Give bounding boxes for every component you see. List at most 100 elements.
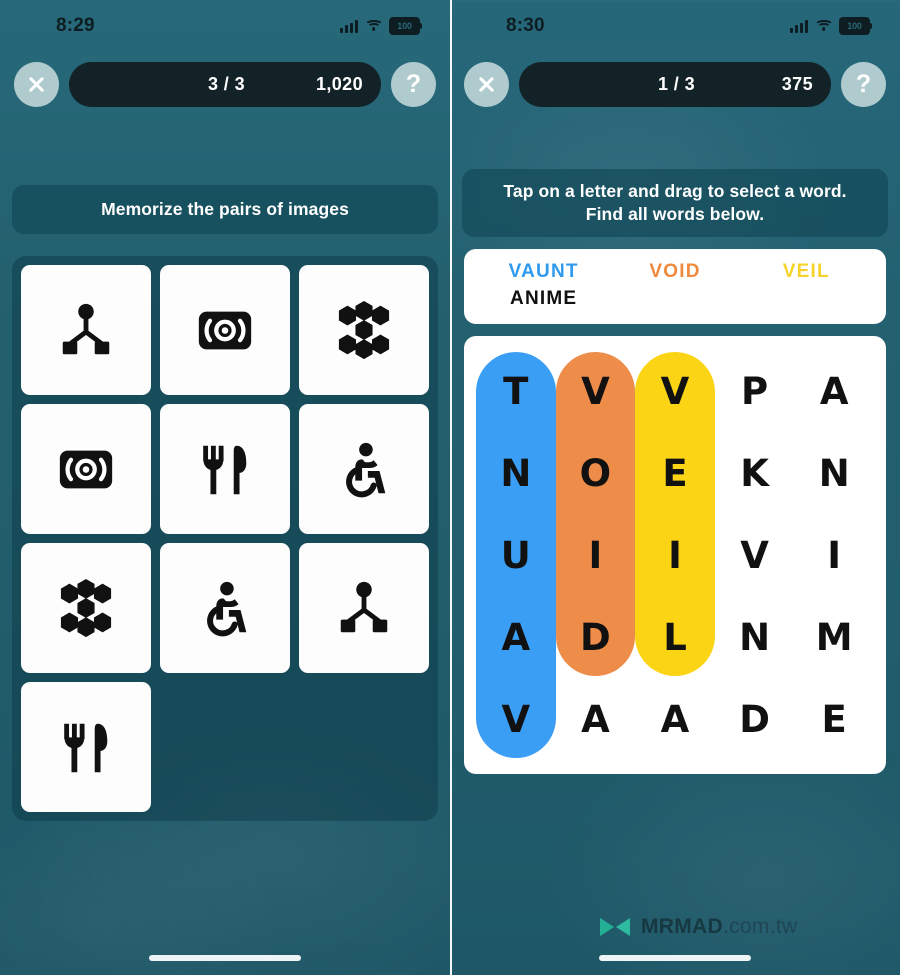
status-indicators: 100 — [790, 17, 872, 35]
letter-cell[interactable]: K — [715, 432, 795, 514]
word-list-spacer — [609, 288, 740, 310]
instruction-text-line2: Find all words below. — [585, 204, 765, 225]
letter-cell[interactable]: M — [794, 596, 874, 678]
memory-tile[interactable] — [21, 265, 151, 396]
word-list-item: VOID — [649, 261, 701, 283]
fork-knife-icon — [64, 723, 108, 773]
instruction-text-line1: Tap on a letter and drag to select a wor… — [503, 181, 847, 201]
word-list-card: VAUNT VOID VEIL ANIME — [464, 249, 886, 325]
round-progress: 1 / 3 — [657, 74, 695, 94]
memory-tile[interactable] — [299, 404, 429, 535]
airplay-speaker-icon — [59, 450, 113, 489]
battery-level: 100 — [397, 20, 412, 31]
word-list-item: ANIME — [510, 288, 578, 310]
close-icon — [27, 75, 46, 94]
question-mark-icon: ? — [855, 70, 872, 98]
close-button[interactable] — [14, 62, 59, 107]
letter-cell[interactable]: I — [794, 514, 874, 596]
left-phone-screen: 8:29 100 3 / 3 1,020 ? Memorize the pair… — [0, 0, 450, 975]
battery-icon: 100 — [839, 17, 872, 35]
letter-cell[interactable]: N — [715, 596, 795, 678]
status-time: 8:30 — [506, 15, 545, 36]
hierarchy-node-icon — [340, 581, 388, 633]
word-list-item: VAUNT — [508, 261, 579, 283]
left-top-controls: 3 / 3 1,020 ? — [0, 52, 450, 107]
memory-tile[interactable] — [299, 543, 429, 674]
word-list-row-1: VAUNT VOID VEIL — [478, 261, 872, 283]
letter-cell[interactable]: A — [635, 678, 715, 760]
letter-cell[interactable]: A — [556, 678, 636, 760]
letter-cell[interactable]: D — [556, 596, 636, 678]
memory-tile[interactable] — [160, 404, 290, 535]
score-value: 1,020 — [315, 74, 363, 94]
letter-cell[interactable]: L — [635, 596, 715, 678]
wheelchair-accessibility-icon — [207, 581, 247, 637]
question-mark-icon: ? — [405, 70, 422, 98]
watermark: MRMAD.com.tw — [598, 915, 797, 939]
word-list-row-2: ANIME — [478, 288, 872, 310]
watermark-suffix: .com.tw — [722, 915, 798, 938]
word-list-spacer — [741, 288, 872, 310]
letter-cell[interactable]: V — [476, 678, 556, 760]
hierarchy-node-icon — [62, 303, 110, 355]
score-value: 375 — [781, 74, 813, 94]
status-time: 8:29 — [56, 15, 95, 36]
memory-tile[interactable] — [160, 543, 290, 674]
instruction-text: Memorize the pairs of images — [101, 199, 349, 219]
wheelchair-accessibility-icon — [346, 442, 386, 498]
letter-cell[interactable]: P — [715, 350, 795, 432]
memory-tile[interactable] — [21, 543, 151, 674]
letter-cell[interactable]: U — [476, 514, 556, 596]
letter-cell[interactable]: E — [635, 432, 715, 514]
right-top-controls: 1 / 3 375 ? — [450, 52, 900, 107]
right-status-bar: 8:30 100 — [450, 0, 900, 52]
instruction-banner: Tap on a letter and drag to select a wor… — [462, 169, 888, 238]
memory-tile[interactable] — [21, 682, 151, 813]
memory-tile[interactable] — [160, 265, 290, 396]
home-indicator — [149, 955, 301, 961]
round-progress: 3 / 3 — [207, 74, 245, 94]
memory-tile[interactable] — [299, 265, 429, 396]
hexagon-cluster-icon — [60, 579, 112, 638]
letter-cell[interactable]: T — [476, 350, 556, 432]
memory-tile[interactable] — [21, 404, 151, 535]
letter-cell[interactable]: I — [635, 514, 715, 596]
letter-cell[interactable]: V — [715, 514, 795, 596]
letter-cell[interactable]: V — [556, 350, 636, 432]
letter-cell[interactable]: N — [794, 432, 874, 514]
fork-knife-icon — [203, 445, 247, 495]
status-indicators: 100 — [340, 17, 422, 35]
battery-icon: 100 — [389, 17, 422, 35]
memory-tile-grid — [21, 265, 429, 813]
letter-cell[interactable]: V — [635, 350, 715, 432]
airplay-speaker-icon — [198, 311, 252, 350]
letter-cell[interactable]: O — [556, 432, 636, 514]
letter-grid: TVVPANOEKNUIIVIADLNMVAADE — [476, 350, 874, 760]
hexagon-cluster-icon — [338, 301, 390, 360]
cellular-bars-icon — [790, 19, 808, 33]
letter-cell[interactable]: A — [476, 596, 556, 678]
letter-cell[interactable]: E — [794, 678, 874, 760]
home-indicator — [599, 955, 751, 961]
close-button[interactable] — [464, 62, 509, 107]
close-icon — [477, 75, 496, 94]
dual-screenshot-container: 8:29 100 3 / 3 1,020 ? Memorize the pair… — [0, 0, 900, 975]
letter-cell[interactable]: A — [794, 350, 874, 432]
wifi-icon — [814, 19, 833, 33]
right-phone-screen: 8:30 100 1 / 3 375 ? Tap on a letter and… — [450, 0, 900, 975]
help-button[interactable]: ? — [391, 62, 436, 107]
help-button[interactable]: ? — [841, 62, 886, 107]
score-pill: 3 / 3 1,020 — [69, 62, 381, 107]
letter-cell[interactable]: N — [476, 432, 556, 514]
letter-grid-card: TVVPANOEKNUIIVIADLNMVAADE — [464, 336, 886, 775]
screen-divider — [450, 0, 452, 975]
letter-cell[interactable]: D — [715, 678, 795, 760]
mrmad-butterfly-logo — [600, 918, 630, 936]
letter-cell[interactable]: I — [556, 514, 636, 596]
score-pill: 1 / 3 375 — [519, 62, 831, 107]
word-list-item: VEIL — [782, 261, 830, 283]
watermark-brand: MRMAD — [641, 915, 723, 938]
instruction-banner: Memorize the pairs of images — [12, 185, 438, 235]
wifi-icon — [364, 19, 383, 33]
cellular-bars-icon — [340, 19, 358, 33]
